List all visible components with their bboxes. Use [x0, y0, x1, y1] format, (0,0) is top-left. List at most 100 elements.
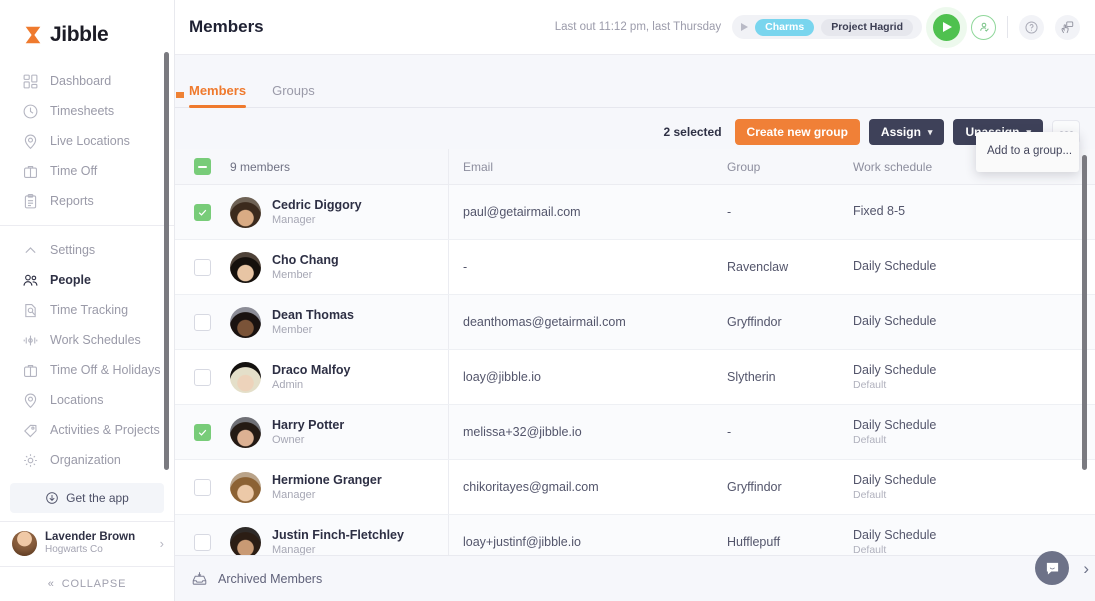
- row-select-cell: [175, 314, 230, 331]
- member-email: chikoritayes@gmail.com: [463, 480, 599, 494]
- assign-button[interactable]: Assign ▾: [869, 119, 945, 145]
- person-check-icon: [977, 20, 991, 34]
- sidebar-item-activities-projects[interactable]: Activities & Projects: [0, 415, 174, 445]
- sidebar-item-timesheets[interactable]: Timesheets: [0, 96, 174, 126]
- table-row[interactable]: Cedric DiggoryManager paul@getairmail.com…: [175, 185, 1095, 240]
- row-group-cell: Gryffindor: [727, 313, 853, 331]
- hourglass-logo-icon: [22, 24, 44, 46]
- chat-support-button[interactable]: [1035, 551, 1069, 585]
- archive-inbox-icon: [191, 570, 208, 587]
- row-schedule-cell: Daily ScheduleDefault: [853, 528, 1095, 555]
- select-all-checkbox[interactable]: [194, 158, 211, 175]
- user-name: Lavender Brown: [45, 530, 135, 544]
- row-checkbox[interactable]: [194, 204, 211, 221]
- table-row[interactable]: Cho ChangMember-RavenclawDaily Schedule: [175, 240, 1095, 295]
- sidebar-item-work-schedules[interactable]: Work Schedules: [0, 325, 174, 355]
- header-email-label: Email: [463, 160, 493, 174]
- clipboard-icon: [22, 193, 39, 210]
- sidebar-item-label: Activities & Projects: [50, 423, 160, 437]
- topbar: Members Last out 11:12 pm, last Thursday…: [175, 0, 1095, 55]
- time-tracking-icon: [22, 302, 39, 319]
- member-group: Ravenclaw: [727, 260, 788, 274]
- play-icon: [943, 22, 952, 32]
- table-row[interactable]: Hermione GrangerManagerchikoritayes@gmai…: [175, 460, 1095, 515]
- tracker-pill[interactable]: Charms Project Hagrid: [732, 15, 922, 39]
- sidebar-item-time-off[interactable]: Time Off: [0, 156, 174, 186]
- download-circle-icon: [45, 491, 59, 505]
- content-scrollbar[interactable]: [1082, 155, 1087, 470]
- sidebar-item-organization[interactable]: Organization: [0, 445, 174, 475]
- table-row[interactable]: Harry PotterOwnermelissa+32@jibble.io-Da…: [175, 405, 1095, 460]
- chat-bubble-icon: [1044, 560, 1061, 577]
- row-group-cell: Gryffindor: [727, 478, 853, 496]
- create-new-group-button[interactable]: Create new group: [735, 119, 860, 145]
- member-name: Cho Chang: [272, 252, 339, 268]
- member-email: loay+justinf@jibble.io: [463, 535, 581, 549]
- sidebar-scrollbar[interactable]: [164, 52, 169, 470]
- more-actions-dropdown: Add to a group...: [976, 132, 1079, 172]
- member-role: Manager: [272, 488, 382, 502]
- row-checkbox[interactable]: [194, 424, 211, 441]
- row-checkbox[interactable]: [194, 259, 211, 276]
- person-check-button[interactable]: [971, 15, 996, 40]
- header-email: Email: [449, 160, 727, 174]
- member-schedule-sub: Default: [853, 489, 1095, 501]
- sidebar-item-time-off-holidays[interactable]: Time Off & Holidays: [0, 355, 174, 385]
- member-email: paul@getairmail.com: [463, 205, 581, 219]
- member-name: Harry Potter: [272, 417, 344, 433]
- row-checkbox[interactable]: [194, 534, 211, 551]
- member-role: Manager: [272, 543, 404, 555]
- row-group-cell: Slytherin: [727, 368, 853, 386]
- app-window: Jibble Dashboard Timesheets L: [0, 0, 1095, 601]
- sidebar-item-time-tracking[interactable]: Time Tracking: [0, 295, 174, 325]
- brand-logo-area[interactable]: Jibble: [0, 0, 174, 52]
- next-button[interactable]: ›: [1083, 559, 1089, 579]
- table-row[interactable]: Draco MalfoyAdminloay@jibble.ioSlytherin…: [175, 350, 1095, 405]
- archived-members-link[interactable]: Archived Members: [218, 572, 322, 586]
- member-schedule-sub: Default: [853, 434, 1095, 446]
- member-role: Owner: [272, 433, 344, 447]
- help-button[interactable]: [1019, 15, 1044, 40]
- activity-chip[interactable]: Charms: [755, 19, 814, 36]
- row-member-cell: Dean ThomasMember: [230, 307, 448, 338]
- table-row[interactable]: Justin Finch-FletchleyManagerloay+justin…: [175, 515, 1095, 555]
- chevron-down-icon: ▾: [928, 127, 933, 138]
- member-schedule: Daily Schedule: [853, 259, 1095, 273]
- member-role: Admin: [272, 378, 351, 392]
- briefcase-icon: [22, 362, 39, 379]
- member-name: Dean Thomas: [272, 307, 354, 323]
- member-role: Member: [272, 268, 339, 282]
- member-schedule: Fixed 8-5: [853, 204, 1095, 218]
- tab-members[interactable]: Members: [189, 83, 246, 107]
- start-timer-button[interactable]: [933, 14, 960, 41]
- sidebar-item-label: People: [50, 273, 91, 287]
- row-checkbox[interactable]: [194, 314, 211, 331]
- sidebar-item-live-locations[interactable]: Live Locations: [0, 126, 174, 156]
- avatar: [230, 197, 261, 228]
- member-name: Cedric Diggory: [272, 197, 362, 213]
- sidebar-item-label: Work Schedules: [50, 333, 141, 347]
- project-chip[interactable]: Project Hagrid: [821, 19, 913, 36]
- sidebar-item-reports[interactable]: Reports: [0, 186, 174, 216]
- check-icon: [197, 207, 208, 218]
- collapse-sidebar-button[interactable]: « COLLAPSE: [0, 566, 174, 601]
- user-org: Hogwarts Co: [45, 544, 135, 557]
- page-title: Members: [189, 17, 264, 37]
- sidebar-item-people[interactable]: People: [0, 265, 174, 295]
- get-the-app-label: Get the app: [66, 491, 129, 505]
- sidebar-item-settings[interactable]: Settings: [0, 235, 174, 265]
- sidebar-user-profile[interactable]: Lavender Brown Hogwarts Co ›: [0, 521, 174, 565]
- row-member-cell: Cedric DiggoryManager: [230, 197, 448, 228]
- row-email-cell: chikoritayes@gmail.com: [449, 478, 727, 496]
- table-row[interactable]: Dean ThomasMemberdeanthomas@getairmail.c…: [175, 295, 1095, 350]
- tab-groups[interactable]: Groups: [272, 83, 315, 107]
- row-checkbox[interactable]: [194, 479, 211, 496]
- sidebar-item-locations[interactable]: Locations: [0, 385, 174, 415]
- get-the-app-button[interactable]: Get the app: [10, 483, 164, 513]
- row-checkbox[interactable]: [194, 369, 211, 386]
- menu-item-add-to-a-group[interactable]: Add to a group...: [976, 139, 1079, 163]
- sidebar-item-dashboard[interactable]: Dashboard: [0, 66, 174, 96]
- sidebar-item-label: Organization: [50, 453, 121, 467]
- kiosk-button[interactable]: [1055, 15, 1080, 40]
- sidebar-item-label: Time Tracking: [50, 303, 128, 317]
